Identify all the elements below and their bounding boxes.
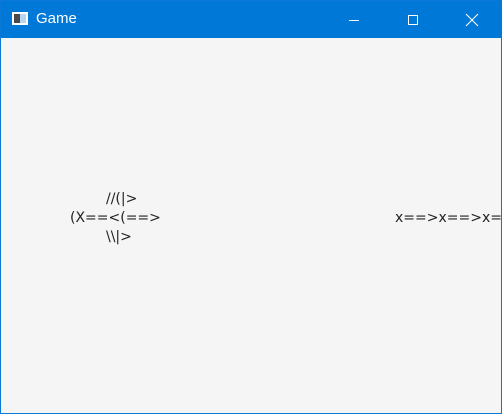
window-title: Game [36,10,77,27]
game-window: Game //(|> (X==<(==> \\|> x==>x==>x= [0,0,502,414]
player-ship-top: //(|> [106,191,138,207]
player-ship-bottom: \\|> [106,229,132,245]
player-ship-middle: (X==<(==> [70,210,161,226]
maximize-button[interactable] [390,1,436,38]
title-bar[interactable]: Game [1,1,501,38]
maximize-icon [407,14,419,26]
minimize-icon [348,14,360,26]
game-canvas[interactable]: //(|> (X==<(==> \\|> x==>x==>x==> [1,38,501,413]
close-button[interactable] [449,1,495,38]
close-icon [465,13,479,27]
minimize-button[interactable] [331,1,377,38]
window-app-icon [12,12,28,25]
projectile-stream: x==>x==>x==> [395,210,502,226]
